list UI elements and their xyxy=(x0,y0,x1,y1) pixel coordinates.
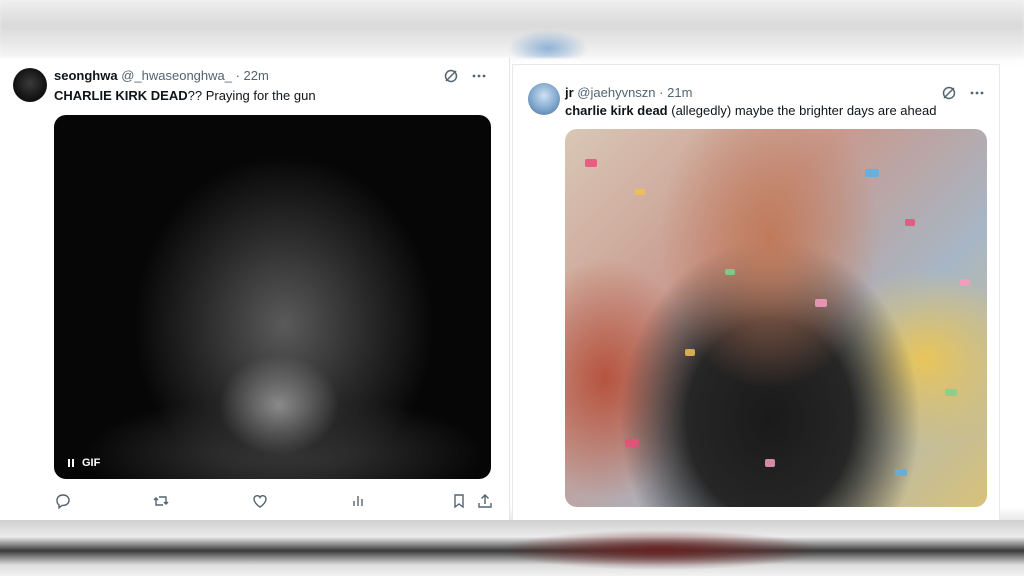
retweet-icon[interactable] xyxy=(152,492,170,510)
tweet-text: charlie kirk dead (allegedly) maybe the … xyxy=(565,103,936,118)
avatar[interactable] xyxy=(528,83,560,115)
tweet-card[interactable]: seonghwa @_hwaseonghwa_ · 22m CHARLIE KI… xyxy=(0,58,510,520)
confetti-piece xyxy=(945,389,957,396)
tweet-header: seonghwa @_hwaseonghwa_ · 22m xyxy=(54,68,269,83)
confetti-piece xyxy=(905,219,915,226)
tweet-action-bar xyxy=(54,492,496,510)
gif-media[interactable] xyxy=(565,129,987,507)
display-name[interactable]: seonghwa xyxy=(54,68,118,83)
tweet-header: jr @jaehyvnszn · 21m xyxy=(565,85,692,100)
views-icon[interactable] xyxy=(350,492,368,510)
tweet-top-actions xyxy=(941,85,985,101)
more-icon[interactable] xyxy=(969,85,985,101)
timestamp[interactable]: · 21m xyxy=(659,85,692,100)
confetti-piece xyxy=(765,459,775,467)
background-blur-bottom xyxy=(0,520,1024,576)
more-icon[interactable] xyxy=(471,68,487,84)
confetti-piece xyxy=(895,469,907,476)
handle[interactable]: @_hwaseonghwa_ xyxy=(121,68,232,83)
tweet-text-bold: charlie kirk dead xyxy=(565,103,668,118)
gif-badge: GIF xyxy=(82,457,101,469)
confetti-piece xyxy=(725,269,735,275)
display-name[interactable]: jr xyxy=(565,85,574,100)
tweet-text-rest: (allegedly) maybe the brighter days are … xyxy=(667,103,937,118)
confetti-piece xyxy=(625,439,639,447)
confetti-piece xyxy=(865,169,879,177)
like-icon[interactable] xyxy=(251,492,269,510)
tweet-top-actions xyxy=(443,68,487,84)
tweet-card[interactable]: jr @jaehyvnszn · 21m charlie kirk dead (… xyxy=(512,64,1000,520)
pause-icon[interactable] xyxy=(68,459,74,467)
confetti-piece xyxy=(635,189,645,195)
confetti-piece xyxy=(960,279,970,286)
tweet-text-bold: CHARLIE KIRK DEAD xyxy=(54,88,188,103)
gif-controls: GIF xyxy=(68,457,100,469)
avatar[interactable] xyxy=(13,68,47,102)
grok-icon[interactable] xyxy=(941,85,957,101)
reply-icon[interactable] xyxy=(54,492,72,510)
background-blur-top xyxy=(0,0,1024,58)
confetti-piece xyxy=(585,159,597,167)
confetti-piece xyxy=(685,349,695,356)
tweet-text-rest: ?? Praying for the gun xyxy=(187,88,316,103)
tweet-text: CHARLIE KIRK DEAD?? Praying for the gun xyxy=(54,88,316,103)
grok-icon[interactable] xyxy=(443,68,459,84)
confetti-piece xyxy=(815,299,827,307)
bookmark-icon[interactable] xyxy=(450,492,468,510)
timestamp[interactable]: · 22m xyxy=(236,68,269,83)
gif-media[interactable]: GIF xyxy=(54,115,491,479)
share-icon[interactable] xyxy=(476,492,494,510)
handle[interactable]: @jaehyvnszn xyxy=(577,85,655,100)
